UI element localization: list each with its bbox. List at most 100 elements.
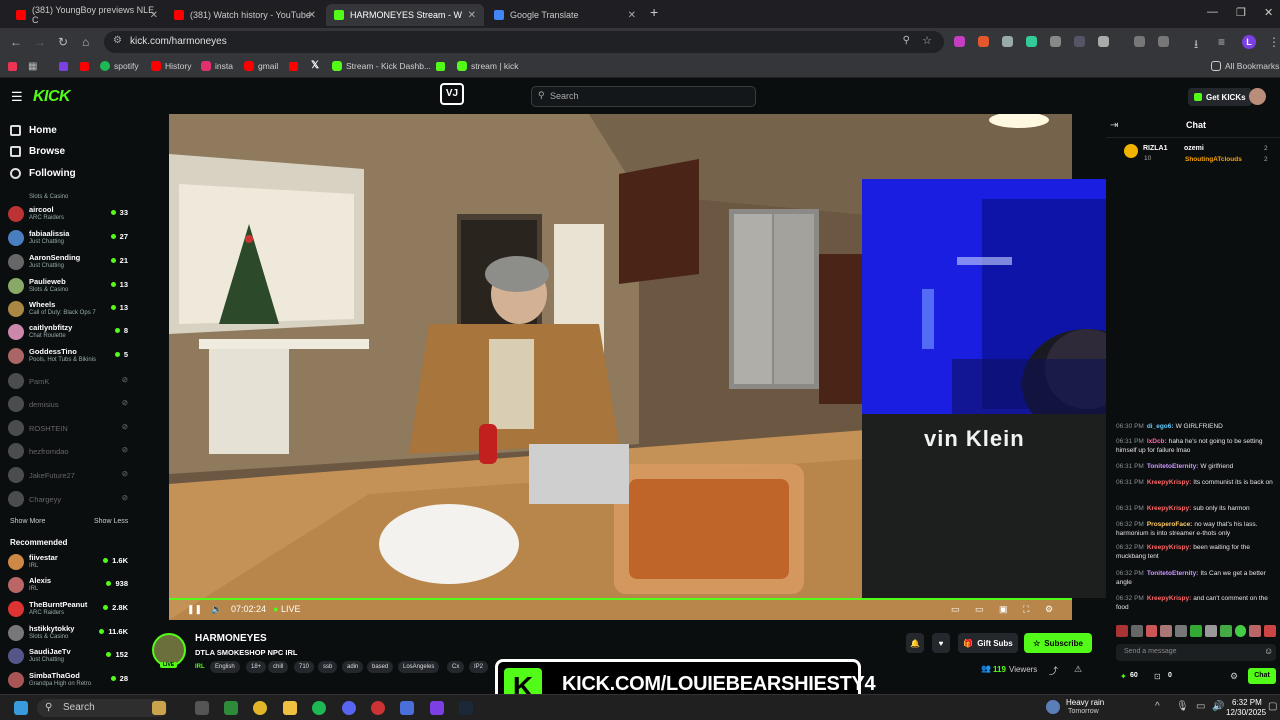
following-channel[interactable]: GoddessTino Pools, Hot Tubs & Bikinis 5 xyxy=(8,346,130,368)
kick-logo[interactable]: KICK xyxy=(33,88,71,106)
stream-tag[interactable]: English xyxy=(210,661,240,673)
screenshot-icon[interactable] xyxy=(1158,36,1169,47)
share-icon[interactable]: ⤴ xyxy=(1049,664,1058,677)
bookmark-gmail[interactable]: gmail xyxy=(244,61,278,71)
show-more-button[interactable]: Show More xyxy=(10,518,45,525)
following-channel[interactable]: fabiaalissia Just Chatting 27 xyxy=(8,228,130,250)
taskbar-search[interactable]: ⚲ Search xyxy=(37,699,167,717)
gift-subs-button[interactable]: 🎁 Gift Subs xyxy=(958,633,1018,653)
app-icon[interactable] xyxy=(430,701,444,715)
theater-icon[interactable]: ▭ xyxy=(975,604,984,615)
chat-input[interactable]: Send a message ☺ xyxy=(1116,644,1276,661)
following-channel[interactable]: Paulieweb Slots & Casino 13 xyxy=(8,276,130,298)
recommended-channel[interactable]: fiivestar IRL 1.6K xyxy=(8,552,130,574)
clock-time[interactable]: 6:32 PM xyxy=(1232,698,1262,707)
tab-google-translate[interactable]: Google Translate ✕ xyxy=(486,4,644,26)
category-link[interactable]: IRL xyxy=(195,661,205,673)
nav-browse[interactable]: Browse xyxy=(10,146,65,157)
stream-tag[interactable]: chill xyxy=(268,661,289,673)
recommended-channel[interactable]: Alexis IRL 938 xyxy=(8,575,130,597)
media-control-icon[interactable]: ≡ xyxy=(1218,35,1225,49)
user-avatar[interactable] xyxy=(1249,88,1266,105)
stream-tag[interactable]: IP2 xyxy=(469,661,489,673)
live-label[interactable]: LIVE xyxy=(281,604,301,614)
chrome-icon[interactable] xyxy=(253,701,267,715)
offline-channel[interactable]: ROSHTEIN ⊘ xyxy=(8,418,130,440)
clock-date[interactable]: 12/30/2025 xyxy=(1226,708,1266,717)
apps-icon[interactable] xyxy=(8,62,17,71)
nav-following[interactable]: Following xyxy=(10,168,76,179)
task-view-icon[interactable] xyxy=(195,701,209,715)
extension-icon[interactable] xyxy=(1074,36,1085,47)
stream-tag[interactable]: 710 xyxy=(294,661,315,673)
recommended-channel[interactable]: TheBurntPeanut ARC Raiders 2.8K xyxy=(8,599,130,621)
follow-button[interactable]: ♥ xyxy=(932,633,950,653)
tab-kick-stream[interactable]: HARMONEYES Stream - W ✕ xyxy=(326,4,484,26)
stream-tag[interactable]: ssb xyxy=(318,661,338,673)
message-user[interactable]: KreepyKrispy: xyxy=(1147,479,1191,486)
emote-icon[interactable] xyxy=(1264,625,1276,637)
forward-icon[interactable]: → xyxy=(34,35,46,49)
close-tab-icon[interactable]: ✕ xyxy=(628,10,636,21)
search-input[interactable]: ⚲ Search xyxy=(531,86,756,107)
emote-icon[interactable] xyxy=(1204,625,1217,637)
emote-icon[interactable] xyxy=(1130,625,1143,637)
nav-home[interactable]: Home xyxy=(10,125,57,136)
grid-icon[interactable]: ▦ xyxy=(28,61,37,72)
obs-icon[interactable] xyxy=(371,701,385,715)
notification-bell-button[interactable]: 🔔 xyxy=(906,633,924,653)
youtube-icon[interactable] xyxy=(289,62,298,71)
clip-icon[interactable]: ▭ xyxy=(951,604,960,615)
site-info-icon[interactable]: ⚙ xyxy=(113,35,122,46)
close-tab-icon[interactable]: ✕ xyxy=(468,10,476,21)
back-icon[interactable]: ← xyxy=(10,35,22,49)
kick-icon[interactable] xyxy=(436,62,445,71)
stream-tag[interactable]: adin xyxy=(342,661,364,673)
zoom-icon[interactable]: ⚲ xyxy=(903,35,910,46)
recommended-channel[interactable]: hstikkytokky Slots & Casino 11.6K xyxy=(8,623,130,645)
app-icon[interactable] xyxy=(224,701,238,715)
emote-icon[interactable] xyxy=(1116,625,1128,637)
hamburger-menu-icon[interactable]: ☰ xyxy=(11,89,23,105)
extension-icon[interactable] xyxy=(954,36,965,47)
points-icon[interactable]: ✦ xyxy=(1120,672,1127,681)
mic-icon[interactable]: 🎙 xyxy=(1176,701,1189,712)
offline-channel[interactable]: PamK ⊘ xyxy=(8,371,130,393)
tab-youtube-1[interactable]: (381) YoungBoy previews NLE C ✕ xyxy=(8,4,166,26)
following-channel[interactable]: Wheels Call of Duty: Black Ops 7 13 xyxy=(8,299,130,321)
message-user[interactable]: KreepyKrispy: xyxy=(1147,544,1191,551)
stream-tag[interactable]: based xyxy=(367,661,394,673)
notification-icon[interactable]: ▢ xyxy=(1268,701,1277,712)
x-twitter-icon[interactable]: 𝕏 xyxy=(311,60,319,71)
message-user[interactable]: di_ego6: xyxy=(1147,423,1174,430)
restore-icon[interactable]: ❐ xyxy=(1236,6,1246,19)
message-user[interactable]: KreepyKrispy: xyxy=(1147,595,1191,602)
close-tab-icon[interactable]: ✕ xyxy=(308,10,316,21)
chevron-up-icon[interactable]: ^ xyxy=(1155,701,1160,712)
profile-avatar[interactable]: L xyxy=(1242,35,1256,49)
report-icon[interactable]: ⚠ xyxy=(1074,664,1082,675)
message-user[interactable]: KreepyKrispy: xyxy=(1147,505,1191,512)
streamer-name[interactable]: HARMONEYES xyxy=(195,633,267,644)
show-less-button[interactable]: Show Less xyxy=(94,518,128,525)
message-user[interactable]: lxDcb: xyxy=(1147,438,1167,445)
stream-tag[interactable]: LosAngeles xyxy=(398,661,440,673)
gifter-name[interactable]: ShoutingATclouds xyxy=(1185,156,1242,163)
emote-icon[interactable] xyxy=(1145,625,1158,637)
pip-icon[interactable]: ▣ xyxy=(999,604,1008,615)
pause-icon[interactable]: ❚❚ xyxy=(187,604,202,615)
close-window-icon[interactable]: ✕ xyxy=(1264,6,1273,19)
reload-icon[interactable]: ↻ xyxy=(58,35,68,49)
gifter-name[interactable]: ozemi xyxy=(1184,145,1204,152)
lock-icon[interactable]: ⊡ xyxy=(1154,672,1161,681)
volume-icon[interactable]: 🔈 xyxy=(211,604,222,615)
offline-channel[interactable]: JakeFuture27 ⊘ xyxy=(8,465,130,487)
offline-channel[interactable]: demisius ⊘ xyxy=(8,394,130,416)
following-channel[interactable]: Slots & Casino xyxy=(8,188,130,202)
download-icon[interactable]: ⭳ xyxy=(1194,35,1198,56)
get-kicks-button[interactable]: Get KICKs xyxy=(1188,88,1252,106)
gifter-name[interactable]: RIZLA1 xyxy=(1143,145,1168,152)
message-user[interactable]: TonitetoEternity: xyxy=(1147,463,1199,470)
fullscreen-icon[interactable]: ⛶ xyxy=(1023,604,1029,615)
chat-settings-icon[interactable]: ⚙ xyxy=(1230,671,1238,682)
